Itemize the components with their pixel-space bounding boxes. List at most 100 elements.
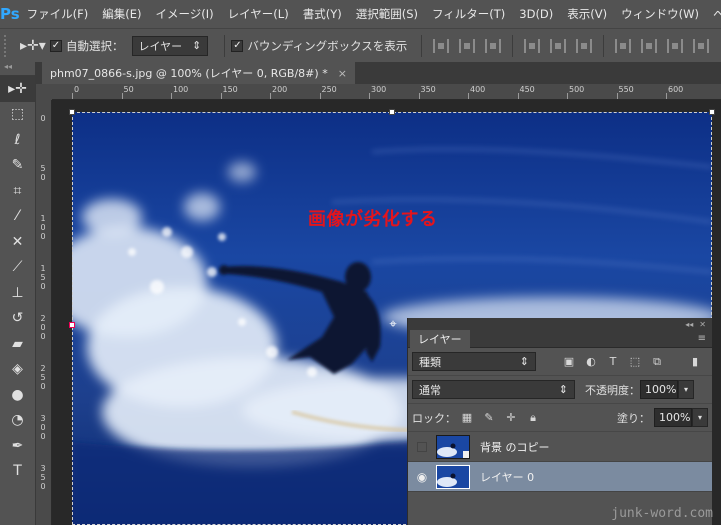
menu-edit[interactable]: 編集(E) bbox=[95, 6, 148, 22]
filter-toggle-icon[interactable]: ▮ bbox=[687, 354, 703, 370]
align-top-icon[interactable] bbox=[433, 38, 450, 53]
divider bbox=[603, 34, 605, 57]
options-bar-grip[interactable] bbox=[4, 34, 14, 57]
dodge-tool-icon[interactable]: ◔ bbox=[0, 408, 35, 434]
blur-tool-icon[interactable]: ● bbox=[0, 382, 35, 408]
ruler-label: 200 bbox=[272, 85, 288, 94]
move-tool-icon[interactable]: ▸✛ bbox=[0, 76, 35, 102]
distribute-left-icon[interactable] bbox=[693, 38, 710, 53]
paint-bucket-tool-icon[interactable]: ◈ bbox=[0, 357, 35, 383]
menu-3d[interactable]: 3D(D) bbox=[512, 7, 560, 21]
menu-file[interactable]: ファイル(F) bbox=[20, 6, 96, 22]
filter-shape-icon[interactable]: ⬚ bbox=[627, 354, 643, 370]
pen-tool-icon[interactable]: ✒ bbox=[0, 433, 35, 459]
menu-layer[interactable]: レイヤー(L) bbox=[221, 6, 296, 22]
tab-layers[interactable]: レイヤー bbox=[410, 330, 470, 348]
history-brush-tool-icon[interactable]: ↺ bbox=[0, 306, 35, 332]
menu-help[interactable]: ヘル bbox=[706, 6, 721, 22]
bounding-box-checkbox[interactable]: ✓ bbox=[231, 39, 244, 52]
align-hcenter-icon[interactable] bbox=[550, 38, 567, 53]
lock-label: ロック： bbox=[412, 411, 456, 425]
filter-type-icon[interactable]: T bbox=[605, 354, 621, 370]
close-icon[interactable]: × bbox=[338, 67, 347, 80]
lock-image-icon[interactable]: ✎ bbox=[481, 410, 497, 426]
distribute-bottom-icon[interactable] bbox=[667, 38, 684, 53]
quick-select-tool-icon[interactable]: ✎ bbox=[0, 153, 35, 179]
layer-row[interactable]: ◉ レイヤー 0 bbox=[408, 462, 712, 492]
transform-handle-top-center[interactable] bbox=[389, 109, 395, 115]
divider bbox=[512, 34, 514, 57]
layer-thumbnail bbox=[436, 464, 470, 489]
lock-all-icon[interactable]: 🔒︎ bbox=[525, 410, 541, 426]
menu-filter[interactable]: フィルター(T) bbox=[425, 6, 512, 22]
collapse-panel-icon[interactable]: ◂◂ bbox=[685, 320, 693, 329]
ruler-corner[interactable] bbox=[36, 84, 52, 100]
menu-view[interactable]: 表示(V) bbox=[560, 6, 614, 22]
blend-opacity-row: 通常 ⇕ 不透明度： 100% ▾ bbox=[408, 376, 712, 404]
close-panel-icon[interactable]: ✕ bbox=[699, 320, 706, 329]
transform-handle-middle-left[interactable] bbox=[69, 322, 75, 328]
ruler-label: 0 bbox=[40, 114, 46, 123]
eyedropper-tool-icon[interactable]: ⁄ bbox=[0, 204, 35, 230]
lasso-tool-icon[interactable]: ℓ bbox=[0, 127, 35, 153]
brush-tool-icon[interactable]: ⟋ bbox=[0, 255, 35, 281]
tools-panel: ◂◂ ▸✛ ⬚ ℓ ✎ ⌗ ⁄ ✕ ⟋ ⊥ ↺ ▰ ◈ ● ◔ ✒ T bbox=[0, 62, 36, 525]
menu-window[interactable]: ウィンドウ(W) bbox=[614, 6, 706, 22]
horizontal-ruler[interactable]: 0 50 100 150 200 250 300 350 400 450 500 550 600 bbox=[52, 84, 721, 100]
distribute-vcenter-icon[interactable] bbox=[641, 38, 658, 53]
eraser-tool-icon[interactable]: ▰ bbox=[0, 331, 35, 357]
distribute-top-icon[interactable] bbox=[615, 38, 632, 53]
layer-row[interactable]: 背景 のコピー bbox=[408, 432, 712, 462]
visibility-toggle[interactable]: ◉ bbox=[408, 470, 436, 484]
move-tool-preset-icon[interactable]: ▸✛▾ bbox=[20, 38, 50, 54]
align-right-icon[interactable] bbox=[576, 38, 593, 53]
bounding-box-label: バウンディングボックスを表示 bbox=[247, 38, 408, 53]
type-tool-icon[interactable]: T bbox=[0, 459, 35, 485]
divider bbox=[421, 34, 423, 57]
vertical-ruler[interactable]: 0 50 100 150 200 250 300 350 bbox=[36, 100, 52, 525]
filter-smart-object-icon[interactable]: ⧉ bbox=[649, 354, 665, 370]
document-tab-title: phm07_0866-s.jpg @ 100% (レイヤー 0, RGB/8#)… bbox=[50, 67, 328, 80]
photoshop-logo[interactable]: Ps bbox=[0, 0, 20, 28]
marquee-tool-icon[interactable]: ⬚ bbox=[0, 102, 35, 128]
layers-panel-titlebar[interactable]: ◂◂ ✕ bbox=[408, 318, 712, 330]
auto-select-checkbox[interactable]: ✓ bbox=[50, 39, 62, 52]
opacity-dropdown-button[interactable]: ▾ bbox=[678, 380, 694, 399]
fill-input[interactable]: 100% bbox=[654, 408, 692, 427]
filter-adjustment-icon[interactable]: ◐ bbox=[583, 354, 599, 370]
transform-handle-top-left[interactable] bbox=[69, 109, 75, 115]
visibility-toggle[interactable] bbox=[408, 441, 436, 452]
lock-transparent-icon[interactable]: ▦ bbox=[459, 410, 475, 426]
layers-panel: ◂◂ ✕ レイヤー ≡ 種類 ⇕ ▣ ◐ T ⬚ ⧉ ▮ 通常 ⇕ 不透明度： … bbox=[407, 318, 712, 525]
lock-fill-row: ロック： ▦ ✎ ✛ 🔒︎ 塗り： 100% ▾ bbox=[408, 404, 712, 432]
menu-select[interactable]: 選択範囲(S) bbox=[349, 6, 425, 22]
layer-thumbnail-graphic bbox=[437, 465, 469, 488]
lock-position-icon[interactable]: ✛ bbox=[503, 410, 519, 426]
filter-pixel-icon[interactable]: ▣ bbox=[561, 354, 577, 370]
ruler-tick bbox=[121, 93, 123, 99]
fill-dropdown-button[interactable]: ▾ bbox=[692, 408, 708, 427]
tools-panel-header[interactable]: ◂◂ bbox=[0, 62, 35, 76]
reference-point-icon[interactable]: ⌖ bbox=[386, 318, 400, 332]
menu-type[interactable]: 書式(Y) bbox=[296, 6, 349, 22]
align-bottom-icon[interactable] bbox=[485, 38, 502, 53]
panel-menu-icon[interactable]: ≡ bbox=[698, 333, 706, 344]
opacity-label: 不透明度： bbox=[585, 383, 640, 397]
document-tab-bar: phm07_0866-s.jpg @ 100% (レイヤー 0, RGB/8#)… bbox=[36, 62, 721, 84]
menu-image[interactable]: イメージ(I) bbox=[149, 6, 221, 22]
align-vcenter-icon[interactable] bbox=[459, 38, 476, 53]
ruler-tick bbox=[567, 93, 568, 99]
align-left-icon[interactable] bbox=[524, 38, 541, 53]
fill-label: 塗り： bbox=[617, 411, 650, 425]
crop-tool-icon[interactable]: ⌗ bbox=[0, 178, 35, 204]
ruler-label: 300 bbox=[40, 414, 46, 441]
auto-select-dropdown[interactable]: レイヤー ⇕ bbox=[131, 35, 209, 56]
blend-mode-dropdown[interactable]: 通常 ⇕ bbox=[412, 380, 575, 399]
ruler-tick bbox=[270, 93, 271, 99]
healing-brush-tool-icon[interactable]: ✕ bbox=[0, 229, 35, 255]
document-tab[interactable]: phm07_0866-s.jpg @ 100% (レイヤー 0, RGB/8#)… bbox=[42, 62, 355, 84]
transform-handle-top-right[interactable] bbox=[709, 109, 715, 115]
layer-filter-dropdown[interactable]: 種類 ⇕ bbox=[412, 352, 536, 371]
stamp-tool-icon[interactable]: ⊥ bbox=[0, 280, 35, 306]
opacity-input[interactable]: 100% bbox=[640, 380, 678, 399]
